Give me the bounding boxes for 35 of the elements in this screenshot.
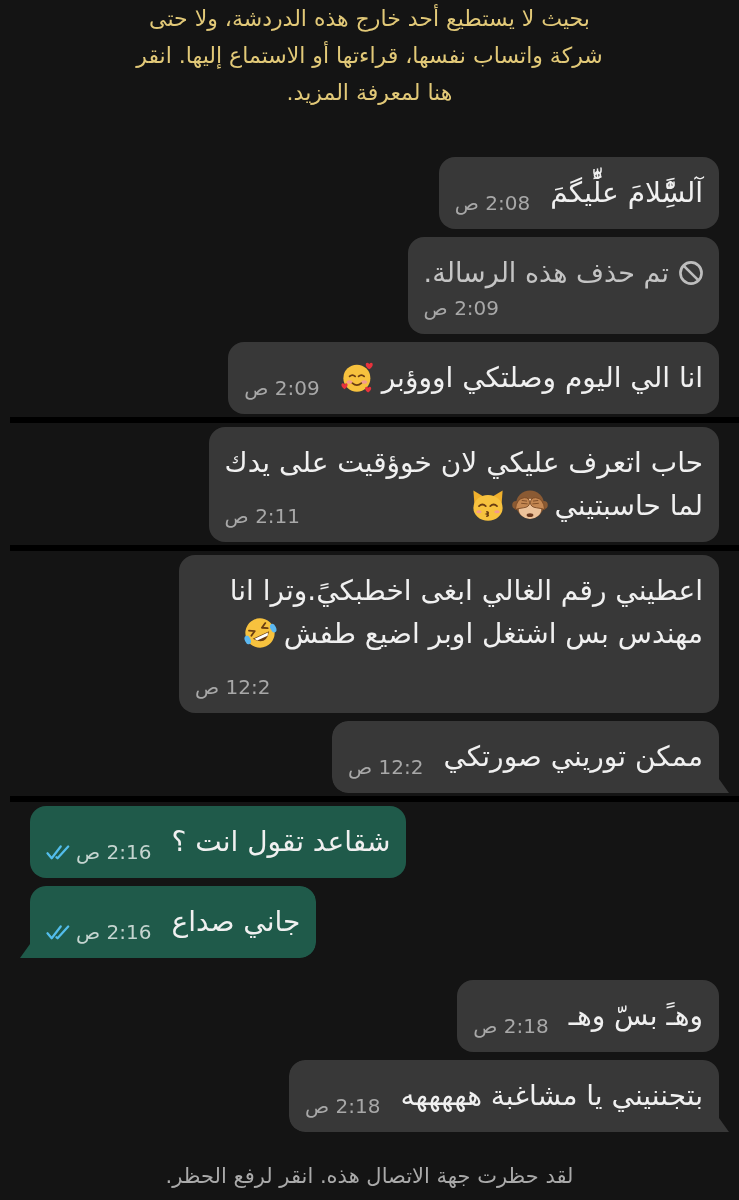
blocked-contact-notice[interactable]: لقد حظرت جهة الاتصال هذه. انقر لرفع الحظر. — [0, 1161, 739, 1200]
message-bubble[interactable]: بتجننيني يا مشاغبة هههههه 2:18 ص — [289, 1060, 729, 1132]
message-text: شقاعد تقول انت ؟ — [171, 824, 391, 860]
message-text: اعطيني رقم الغالي ابغى اخطبكيً.وترا انا — [229, 573, 703, 609]
message-bubble[interactable]: ممكن توريني صورتكي 12:2 ص — [332, 721, 729, 793]
message-bubble[interactable]: انا الي اليوم وصلتكي اووؤبر 2:09 ص — [228, 342, 719, 414]
message-text: جاني صداع — [171, 904, 301, 940]
message-text: مهندس بس اشتغل اوبر اضيع طفش — [283, 616, 703, 652]
message-time: 2:18 ص — [473, 1014, 549, 1038]
message-time: 2:18 ص — [305, 1094, 381, 1118]
message-time: 2:09 ص — [244, 376, 320, 400]
message-bubble[interactable]: حاب اتعرف عليكي لان خوؤقيت على يدك لما حاسبتيني 2:11 ص — [208, 427, 719, 542]
message-time: 12:2 ص — [195, 675, 271, 699]
deleted-message-bubble[interactable]: تم حذف هذه الرسالة. 2:09 ص — [407, 237, 719, 334]
message-text: لما حاسبتيني — [554, 488, 703, 524]
message-time: 2:09 ص — [423, 296, 500, 320]
laughing-tears-face-icon — [241, 615, 278, 651]
deleted-message-text: تم حذف هذه الرسالة. — [423, 256, 669, 291]
message-bubble[interactable]: آلسَِّْٰلامَ علِّْٰيگمَ 2:08 ص — [438, 157, 719, 229]
message-bubble[interactable]: وهـً بسّ وهـ 2:18 ص — [457, 980, 719, 1052]
message-time: 2:11 ص — [224, 504, 301, 528]
message-time: 2:16 ص — [76, 840, 152, 864]
message-time: 12:2 ص — [348, 755, 424, 779]
message-text: انا الي اليوم وصلتكي اووؤبر — [381, 360, 703, 396]
message-bubble[interactable]: شقاعد تقول انت ؟ 2:16 ص — [30, 806, 407, 878]
message-text: بتجننيني يا مشاغبة هههههه — [400, 1078, 703, 1114]
prohibition-icon — [679, 261, 703, 285]
message-time: 2:08 ص — [454, 191, 531, 215]
encryption-notice[interactable]: بحيث لا يستطيع أحد خارج هذه الدردشة، ولا حتى شركة واتساب نفسها، قراءتها أو الاستماع إليها. انقر هنا لمعرفة المزيد. — [124, 0, 615, 111]
message-bubble[interactable]: اعطيني رقم الغالي ابغى اخطبكيً.وترا انا مهندس بس اشتغل اوبر اضيع طفش 12:2 ص — [179, 555, 719, 713]
message-text: وهـً بسّ وهـ — [568, 998, 703, 1034]
message-bubble[interactable]: جاني صداع 2:16 ص — [20, 886, 317, 958]
message-text: ممكن توريني صورتكي — [443, 739, 703, 775]
message-text: حاب اتعرف عليكي لان خوؤقيت على يدك — [224, 445, 703, 481]
message-time: 2:16 ص — [76, 920, 152, 944]
